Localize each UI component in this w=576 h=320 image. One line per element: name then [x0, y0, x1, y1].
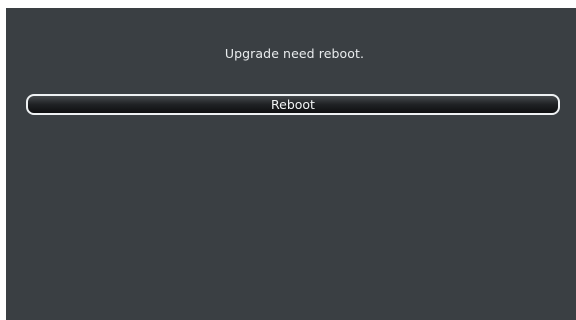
upgrade-message: Upgrade need reboot.: [224, 46, 365, 61]
upgrade-screen: Upgrade need reboot. Reboot: [6, 8, 576, 320]
reboot-button[interactable]: Reboot: [26, 94, 560, 115]
